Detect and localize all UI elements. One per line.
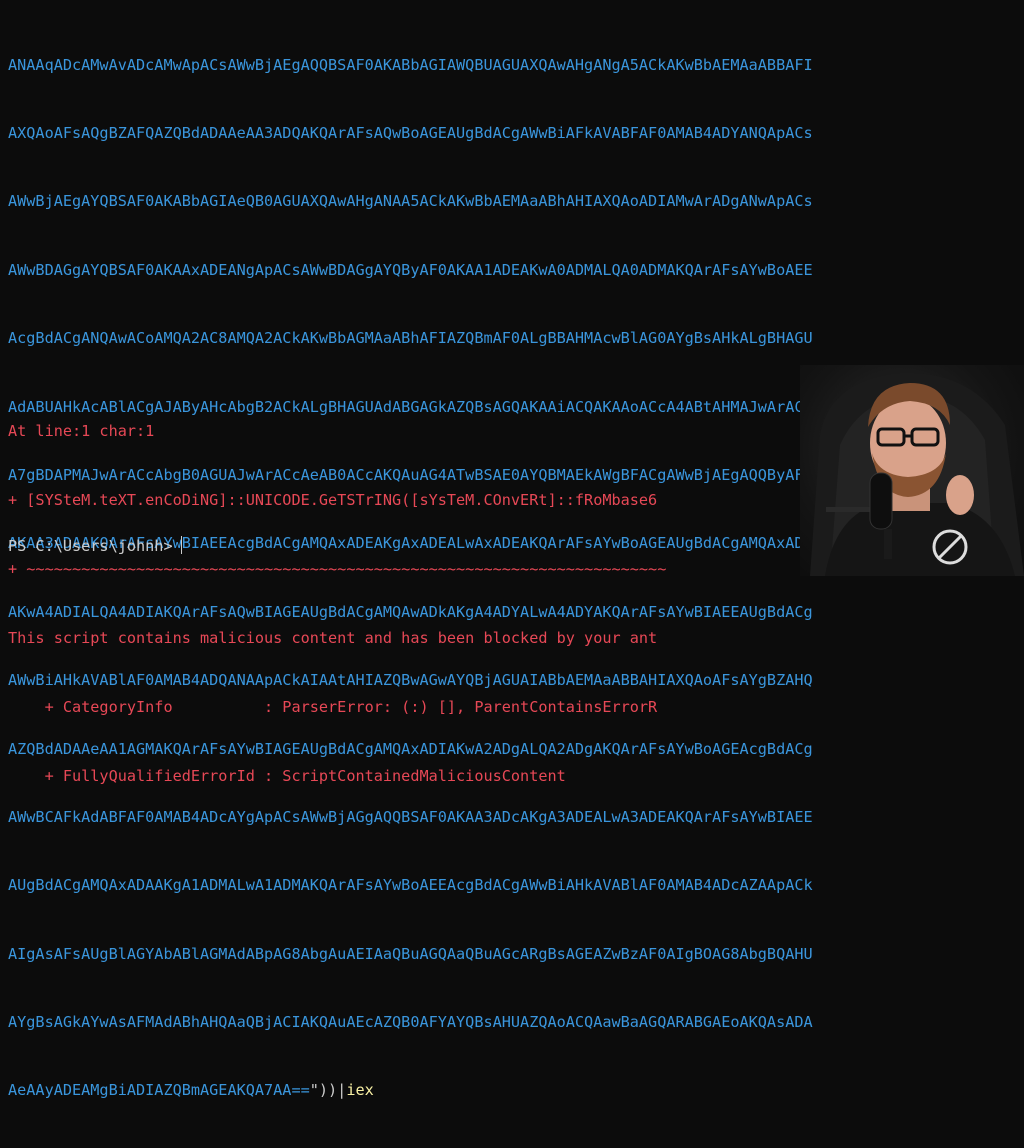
- base64-line: AUgBdACgAMQAxADAAKgA1ADMALwA1ADMAKQArAFs…: [8, 876, 813, 895]
- command-prompt[interactable]: PS C:\Users\johnh>: [8, 535, 182, 558]
- presenter-webcam-icon: [810, 372, 1024, 576]
- base64-last-line: AeAAyADEAMgBiADIAZQBmAGEAKQA7AA=="))|iex: [8, 1079, 1018, 1102]
- error-category-info: + CategoryInfo : ParserError: (:) [], Pa…: [8, 698, 658, 716]
- prompt-text: PS C:\Users\johnh>: [8, 537, 173, 555]
- base64-line: AWwBDAGgAYQBSAF0AKAAxADEANgApACsAWwBDAGg…: [8, 260, 813, 279]
- error-message: This script contains malicious content a…: [8, 629, 658, 647]
- iex-command: iex: [346, 1081, 374, 1100]
- base64-line-end: AeAAyADEAMgBiADIAZQBmAGEAKQA7AA==: [8, 1081, 310, 1100]
- base64-line: AYgBsAGkAYwAsAFMAdABhAHQAaQBjACIAKQAuAEc…: [8, 1013, 813, 1032]
- command-closing: "))|: [309, 1081, 347, 1100]
- base64-line: ANAAqADcAMwAvADcAMwApACsAWwBjAEgAQQBSAF0…: [8, 55, 813, 74]
- base64-line: AcgBdACgANQAwACoAMQA2AC8AMQA2ACkAKwBbAGM…: [8, 329, 813, 348]
- base64-line: AIgAsAFsAUgBlAGYAbABlAGMAdABpAG8AbgAuAEI…: [8, 944, 813, 963]
- text-cursor: [180, 536, 182, 554]
- base64-line: AWwBjAEgAYQBSAF0AKABbAGIAeQB0AGUAXQAwAHg…: [8, 192, 813, 211]
- base64-line: AXQAoAFsAQgBZAFQAZQBdADAAeAA3ADQAKQArAFs…: [8, 123, 813, 142]
- presenter-webcam-overlay: [800, 365, 1024, 576]
- error-fully-qualified-id: + FullyQualifiedErrorId : ScriptContaine…: [8, 767, 566, 785]
